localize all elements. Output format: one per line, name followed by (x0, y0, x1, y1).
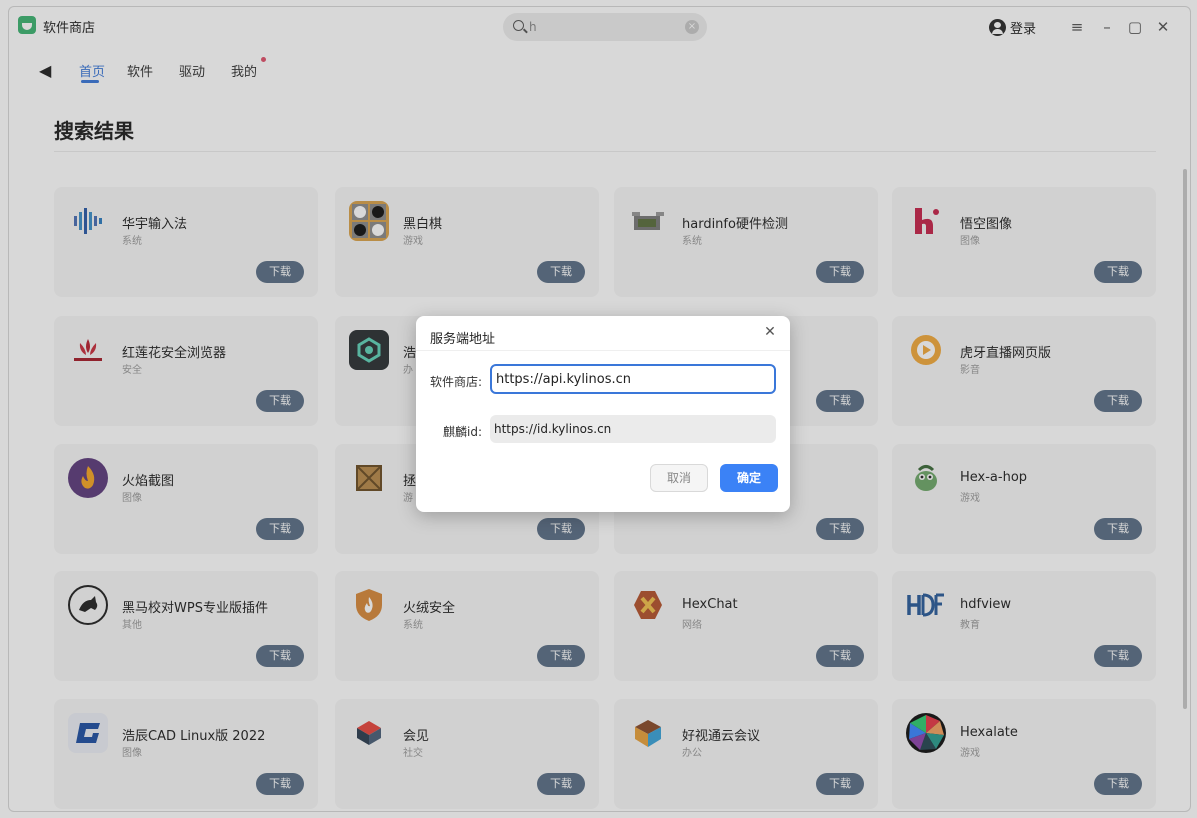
store-url-field[interactable] (490, 364, 776, 394)
cancel-button[interactable]: 取消 (650, 464, 708, 492)
kylin-id-field[interactable] (490, 415, 776, 443)
server-address-dialog: 服务端地址 ✕ 软件商店: 麒麟id: 取消 确定 (416, 316, 790, 512)
kylin-id-label: 麒麟id: (443, 425, 482, 439)
store-url-label: 软件商店: (430, 375, 483, 389)
confirm-button[interactable]: 确定 (720, 464, 778, 492)
dialog-divider (416, 350, 790, 351)
dialog-close-icon[interactable]: ✕ (762, 324, 778, 340)
dialog-title: 服务端地址 (430, 332, 496, 347)
